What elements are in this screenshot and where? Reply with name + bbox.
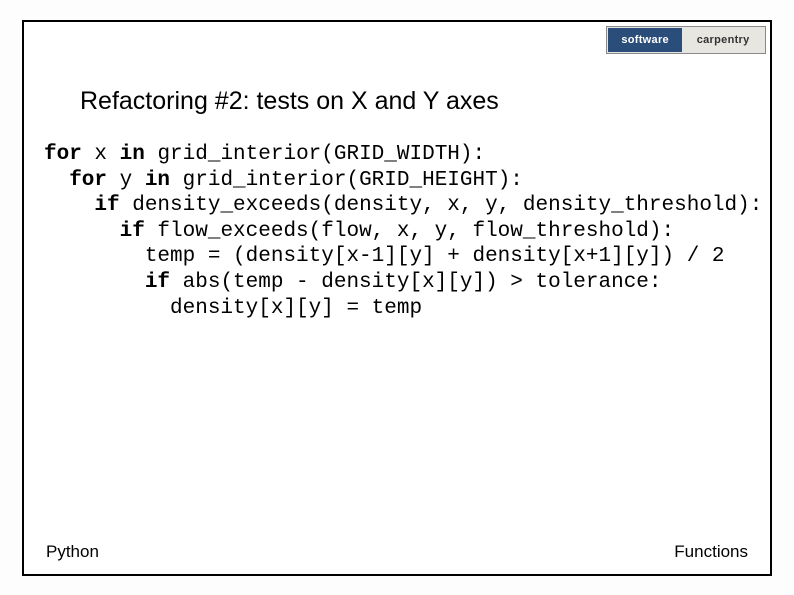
keyword-in: in <box>145 169 170 192</box>
software-carpentry-logo: software carpentry <box>606 26 766 54</box>
code-text: temp = (density[x-1][y] + density[x+1][y… <box>44 245 725 268</box>
keyword-for: for <box>44 143 82 166</box>
keyword-for: for <box>44 169 107 192</box>
keyword-if: if <box>44 194 120 217</box>
code-text: density[x][y] = temp <box>44 297 422 320</box>
code-text: grid_interior(GRID_WIDTH): <box>145 143 485 166</box>
footer-right: Functions <box>674 542 748 562</box>
code-text: x <box>82 143 120 166</box>
slide-frame: software carpentry Refactoring #2: tests… <box>22 20 772 576</box>
code-text: y <box>107 169 145 192</box>
keyword-if: if <box>44 220 145 243</box>
code-block: for x in grid_interior(GRID_WIDTH): for … <box>44 142 770 321</box>
logo-right-text: carpentry <box>682 28 764 52</box>
keyword-if: if <box>44 271 170 294</box>
code-text: grid_interior(GRID_HEIGHT): <box>170 169 523 192</box>
code-text: abs(temp - density[x][y]) > tolerance: <box>170 271 661 294</box>
slide-title: Refactoring #2: tests on X and Y axes <box>80 87 499 116</box>
code-text: flow_exceeds(flow, x, y, flow_threshold)… <box>145 220 674 243</box>
code-text: density_exceeds(density, x, y, density_t… <box>120 194 763 217</box>
keyword-in: in <box>120 143 145 166</box>
logo-left-text: software <box>608 28 682 52</box>
footer-left: Python <box>46 542 99 562</box>
